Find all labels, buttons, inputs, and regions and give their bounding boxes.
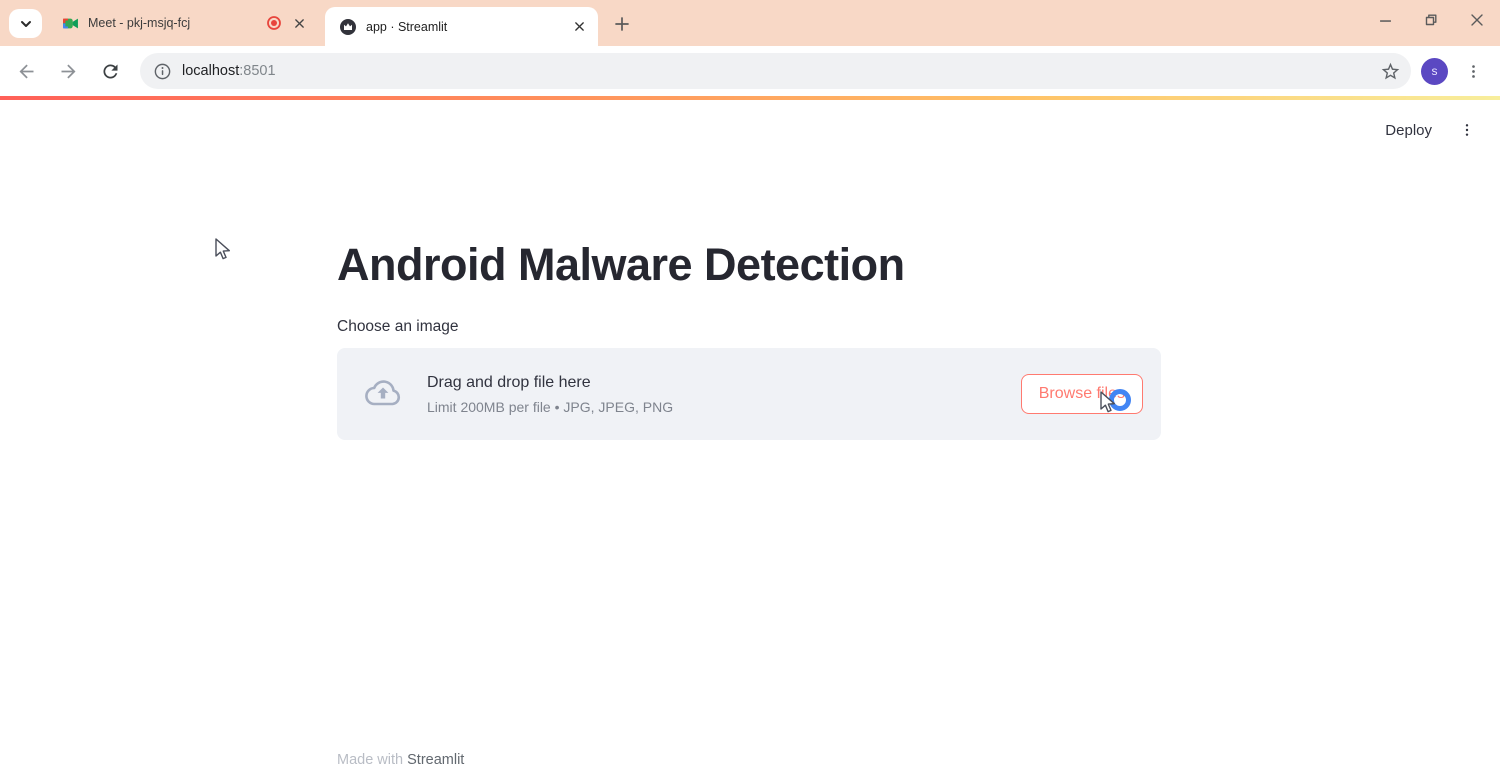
streamlit-app-header: Deploy bbox=[1385, 112, 1482, 148]
deploy-button[interactable]: Deploy bbox=[1385, 122, 1432, 139]
browser-window: Meet - pkj-msjq-fcj app · Streamlit loca… bbox=[0, 0, 1500, 782]
kebab-icon bbox=[1465, 124, 1469, 136]
url-port: :8501 bbox=[239, 63, 276, 79]
reload-button[interactable] bbox=[92, 53, 128, 89]
tab-title: Meet - pkj-msjq-fcj bbox=[88, 16, 191, 30]
uploader-label: Choose an image bbox=[337, 318, 459, 335]
new-tab-button[interactable] bbox=[608, 10, 636, 38]
streamlit-link[interactable]: Streamlit bbox=[407, 752, 464, 768]
minimize-icon bbox=[1379, 19, 1391, 22]
url-host: localhost bbox=[182, 63, 240, 79]
page-title: Android Malware Detection bbox=[337, 239, 905, 290]
close-icon bbox=[574, 22, 584, 31]
tab-search-button[interactable] bbox=[9, 9, 42, 38]
streamlit-favicon-icon bbox=[340, 18, 356, 35]
plus-icon bbox=[615, 17, 629, 31]
profile-avatar[interactable]: s bbox=[1421, 57, 1448, 85]
window-controls bbox=[1362, 0, 1500, 40]
browser-menu-button[interactable] bbox=[1456, 54, 1490, 88]
dropzone-texts: Drag and drop file here Limit 200MB per … bbox=[427, 374, 1021, 415]
tab-close-button[interactable] bbox=[290, 14, 308, 32]
cloud-upload-icon bbox=[365, 380, 401, 406]
browse-files-button[interactable]: Browse files bbox=[1020, 374, 1143, 414]
tab-streamlit-app[interactable]: app · Streamlit bbox=[325, 7, 598, 46]
app-footer: Made with Streamlit bbox=[337, 752, 464, 768]
url-text[interactable]: localhost:8501 bbox=[182, 63, 1380, 79]
tab-strip: Meet - pkj-msjq-fcj app · Streamlit bbox=[0, 0, 1500, 46]
minimize-button[interactable] bbox=[1362, 0, 1408, 40]
kebab-icon bbox=[1471, 64, 1475, 78]
close-icon bbox=[1471, 14, 1483, 26]
back-button[interactable] bbox=[8, 53, 44, 89]
close-window-button[interactable] bbox=[1454, 0, 1500, 40]
page-info-icon[interactable] bbox=[153, 62, 172, 81]
forward-icon bbox=[61, 64, 75, 78]
back-icon bbox=[19, 64, 33, 78]
made-with-text: Made with bbox=[337, 752, 408, 768]
recording-indicator-icon bbox=[267, 16, 281, 30]
tab-close-button[interactable] bbox=[570, 18, 588, 36]
app-menu-button[interactable] bbox=[1452, 115, 1482, 145]
address-bar[interactable]: localhost:8501 bbox=[140, 53, 1411, 89]
close-icon bbox=[294, 18, 304, 28]
reload-icon bbox=[102, 63, 117, 78]
streamlit-page: Deploy Android Malware Detection Choose … bbox=[0, 100, 1500, 782]
drop-limit: Limit 200MB per file • JPG, JPEG, PNG bbox=[427, 398, 674, 415]
chevron-down-icon bbox=[20, 20, 31, 27]
tab-meet[interactable]: Meet - pkj-msjq-fcj bbox=[48, 0, 318, 46]
tab-title: app · Streamlit bbox=[366, 19, 448, 34]
bookmark-star-icon[interactable] bbox=[1380, 61, 1401, 82]
google-meet-icon bbox=[63, 18, 78, 28]
profile-initial: s bbox=[1431, 64, 1438, 78]
restore-icon bbox=[1425, 14, 1437, 26]
main-content: Android Malware Detection Choose an imag… bbox=[337, 238, 1161, 440]
drop-instructions: Drag and drop file here bbox=[427, 373, 591, 391]
forward-button[interactable] bbox=[50, 53, 86, 89]
file-dropzone[interactable]: Drag and drop file here Limit 200MB per … bbox=[337, 348, 1161, 440]
browser-toolbar: localhost:8501 s bbox=[0, 46, 1500, 96]
restore-button[interactable] bbox=[1408, 0, 1454, 40]
